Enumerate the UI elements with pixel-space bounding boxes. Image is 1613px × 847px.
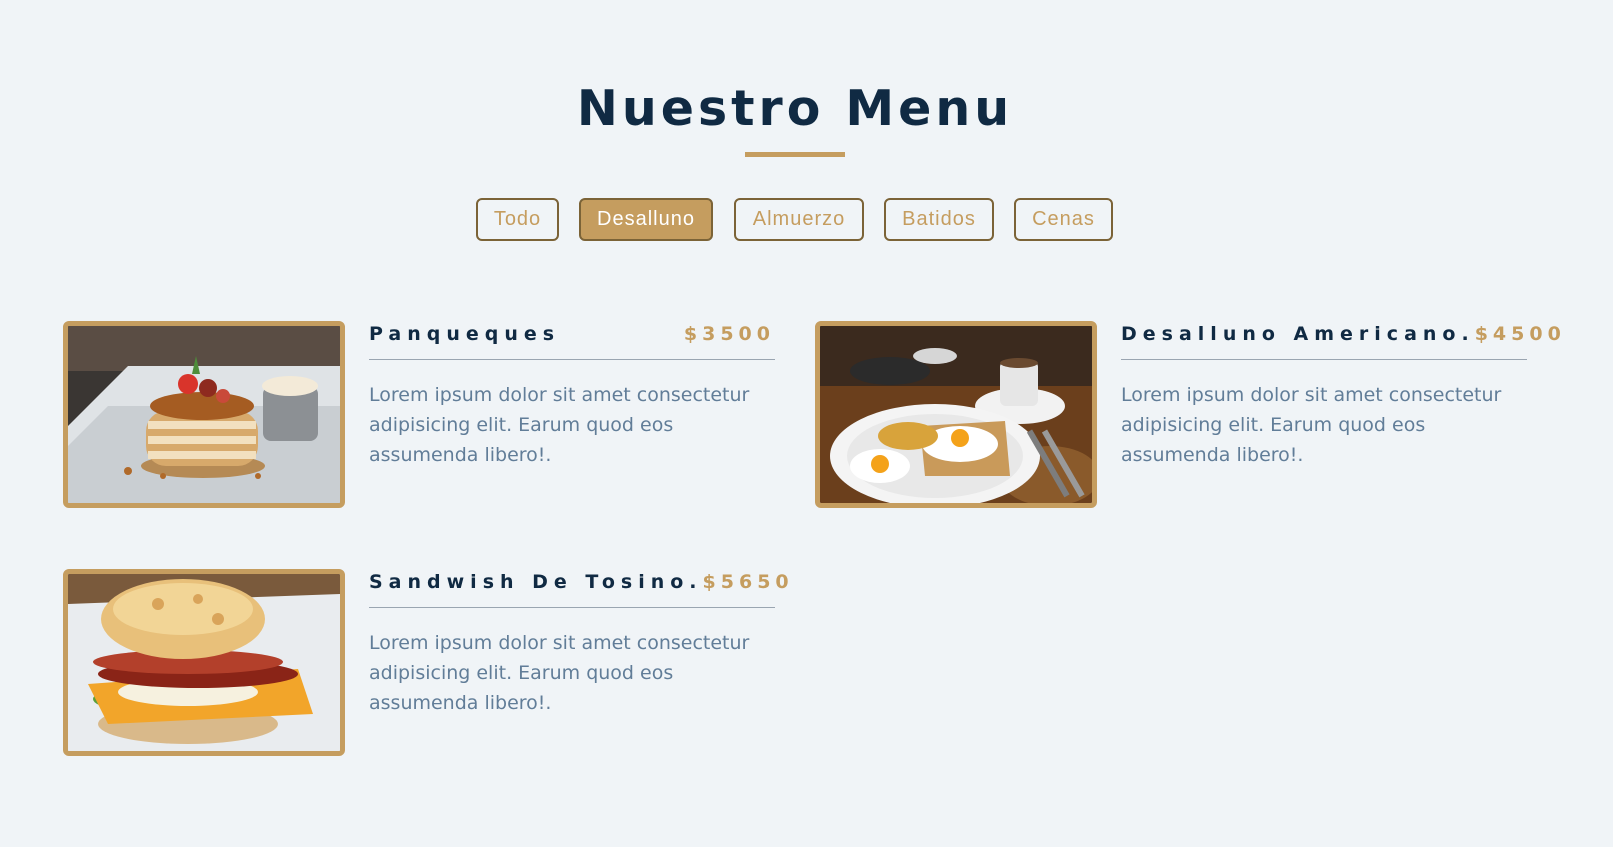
menu-item-info: Sandwish De Tosino. $5650 Lorem ipsum do… bbox=[369, 569, 789, 718]
menu-item-price: $4500 bbox=[1474, 323, 1566, 345]
filter-button-batidos[interactable]: Batidos bbox=[884, 198, 994, 241]
menu-item-name: Sandwish De Tosino. bbox=[369, 571, 703, 593]
menu-item-name: Desalluno Americano. bbox=[1121, 323, 1475, 345]
bacon-sandwich-photo bbox=[63, 569, 345, 756]
filter-button-desalluno[interactable]: Desalluno bbox=[579, 198, 713, 241]
filter-button-almuerzo[interactable]: Almuerzo bbox=[734, 198, 864, 241]
filter-button-cenas[interactable]: Cenas bbox=[1014, 198, 1113, 241]
menu-item-info: Panqueques $3500 Lorem ipsum dolor sit a… bbox=[369, 321, 775, 470]
breakfast-plate-photo bbox=[815, 321, 1097, 508]
menu-item-price: $3500 bbox=[683, 323, 775, 345]
pancakes-photo bbox=[63, 321, 345, 508]
menu-item-description: Lorem ipsum dolor sit amet consectetur a… bbox=[369, 384, 750, 466]
filter-button-todo[interactable]: Todo bbox=[476, 198, 559, 241]
menu-item-header: Sandwish De Tosino. $5650 bbox=[369, 569, 789, 608]
menu-item-price: $5650 bbox=[702, 571, 794, 593]
menu-item-description: Lorem ipsum dolor sit amet consectetur a… bbox=[1121, 384, 1502, 466]
menu-item-description: Lorem ipsum dolor sit amet consectetur a… bbox=[369, 632, 750, 714]
menu-item-header: Panqueques $3500 bbox=[369, 321, 775, 360]
page-title: Nuestro Menu bbox=[576, 80, 1014, 137]
menu-item-name: Panqueques bbox=[369, 323, 561, 345]
menu-item-info: Desalluno Americano. $4500 Lorem ipsum d… bbox=[1121, 321, 1561, 470]
menu-item-header: Desalluno Americano. $4500 bbox=[1121, 321, 1561, 360]
title-underline bbox=[745, 152, 845, 157]
